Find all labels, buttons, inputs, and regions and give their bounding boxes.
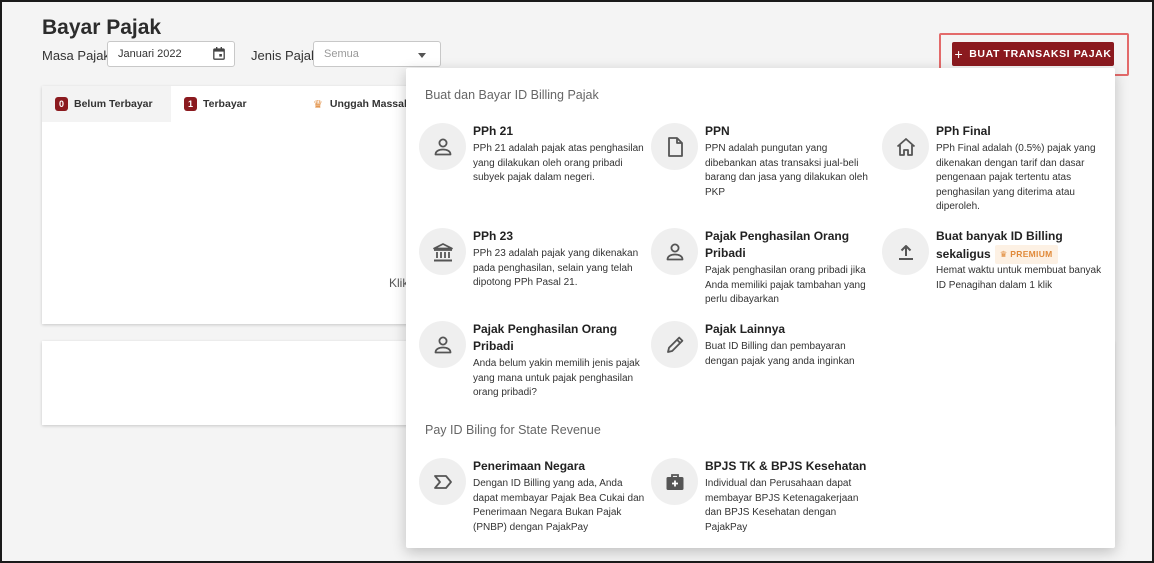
create-tax-transaction-button[interactable]: + BUAT TRANSAKSI PAJAK (952, 42, 1114, 66)
pencil-icon (651, 321, 698, 368)
menu-item-bulk-billing[interactable]: Buat banyak ID Billing sekaligus ♛ PREMIU… (882, 228, 1104, 298)
home-icon (882, 123, 929, 170)
tab-label: Belum Terbayar (74, 98, 153, 110)
menu-item-desc: Dengan ID Billing yang ada, Anda dapat m… (473, 478, 645, 533)
menu-item-pph21[interactable]: PPh 21 PPh 21 adalah pajak atas penghasi… (419, 123, 644, 208)
person-icon (419, 123, 466, 170)
menu-item-pph-final[interactable]: PPh Final PPh Final adalah (0.5%) pajak … (882, 123, 1104, 223)
crown-icon: ♛ (313, 98, 323, 111)
menu-item-desc: PPh Final adalah (0.5%) pajak yang diken… (936, 143, 1096, 213)
tab-unggah-massal[interactable]: ♛ Unggah Massal (300, 86, 412, 122)
menu-item-title: PPh 21 (473, 124, 514, 138)
menu-item-title: BPJS TK & BPJS Kesehatan (705, 459, 867, 473)
menu-item-desc: Individual dan Perusahaan dapat membayar… (705, 478, 859, 533)
menu-item-pph-orang-pribadi[interactable]: Pajak Penghasilan Orang Pribadi Pajak pe… (651, 228, 873, 313)
create-button-label: BUAT TRANSAKSI PAJAK (969, 48, 1112, 60)
jenis-pajak-select[interactable]: Semua (313, 41, 441, 67)
menu-item-title: PPh 23 (473, 229, 514, 243)
menu-item-title: Penerimaan Negara (473, 459, 586, 473)
menu-item-pph23[interactable]: PPh 23 PPh 23 adalah pajak yang dikenaka… (419, 228, 641, 298)
tab-bar: 0 Belum Terbayar 1 Terbayar ♛ Unggah Mas… (42, 86, 412, 122)
tab-label: Unggah Massal (329, 98, 407, 110)
app-frame: Bayar Pajak Masa Pajak Januari 2022 Jeni… (0, 0, 1154, 563)
bank-icon (419, 228, 466, 275)
medical-kit-icon (651, 458, 698, 505)
jenis-pajak-label: Jenis Pajak (251, 48, 318, 63)
chevron-tag-icon (419, 458, 466, 505)
transactions-card: 0 Belum Terbayar 1 Terbayar ♛ Unggah Mas… (42, 86, 412, 324)
calendar-icon[interactable] (213, 47, 225, 60)
tab-count-badge: 0 (55, 97, 68, 111)
menu-item-pajak-lainnya[interactable]: Pajak Lainnya Buat ID Billing dan pembay… (651, 321, 873, 376)
menu-item-penerimaan-negara[interactable]: Penerimaan Negara Dengan ID Billing yang… (419, 458, 644, 538)
plus-icon: + (954, 46, 964, 62)
menu-item-bpjs[interactable]: BPJS TK & BPJS Kesehatan Individual dan … (651, 458, 873, 538)
menu-item-desc: Hemat waktu untuk membuat banyak ID Pena… (936, 265, 1102, 291)
menu-item-title: Buat banyak ID Billing sekaligus ♛ PREMIU… (936, 228, 1108, 264)
tab-count-badge: 1 (184, 97, 197, 111)
menu-item-ppn[interactable]: PPN PPN adalah pungutan yang dibebankan … (651, 123, 873, 208)
tab-terbayar[interactable]: 1 Terbayar (171, 86, 300, 122)
menu-item-desc: Pajak penghasilan orang pribadi jika And… (705, 265, 866, 306)
menu-item-desc: Anda belum yakin memilih jenis pajak yan… (473, 358, 640, 399)
jenis-pajak-placeholder: Semua (324, 48, 359, 60)
menu-item-desc: Buat ID Billing dan pembayaran dengan pa… (705, 341, 855, 367)
menu-item-title: Pajak Penghasilan Orang Pribadi (705, 229, 850, 260)
menu-item-desc: PPh 21 adalah pajak atas penghasilan yan… (473, 143, 644, 184)
chevron-down-icon (418, 53, 426, 58)
tab-label: Terbayar (203, 98, 247, 110)
create-transaction-menu: Buat dan Bayar ID Billing Pajak PPh 21 P… (406, 68, 1115, 548)
upload-icon (882, 228, 929, 275)
page-title: Bayar Pajak (42, 16, 162, 39)
section-title-state-revenue: Pay ID Biling for State Revenue (425, 423, 601, 437)
menu-item-title: PPN (705, 124, 730, 138)
section-title-billing: Buat dan Bayar ID Billing Pajak (425, 88, 599, 102)
tab-belum-terbayar[interactable]: 0 Belum Terbayar (42, 86, 171, 122)
person-icon (419, 321, 466, 368)
menu-item-desc: PPh 23 adalah pajak yang dikenakan pada … (473, 248, 639, 289)
menu-item-title: Pajak Penghasilan Orang Pribadi (473, 322, 618, 353)
menu-item-desc: PPN adalah pungutan yang dibebankan atas… (705, 143, 868, 198)
menu-item-pph-orang-pribadi-help[interactable]: Pajak Penghasilan Orang Pribadi Anda bel… (419, 321, 641, 406)
premium-badge: ♛ PREMIUM (994, 245, 1058, 264)
person-icon (651, 228, 698, 275)
premium-label: PREMIUM (1010, 249, 1053, 259)
masa-pajak-value: Januari 2022 (118, 48, 182, 60)
menu-item-title: PPh Final (936, 124, 991, 138)
menu-item-title: Pajak Lainnya (705, 322, 786, 336)
masa-pajak-label: Masa Pajak (42, 48, 110, 63)
document-icon (651, 123, 698, 170)
masa-pajak-date-input[interactable]: Januari 2022 (107, 41, 235, 67)
